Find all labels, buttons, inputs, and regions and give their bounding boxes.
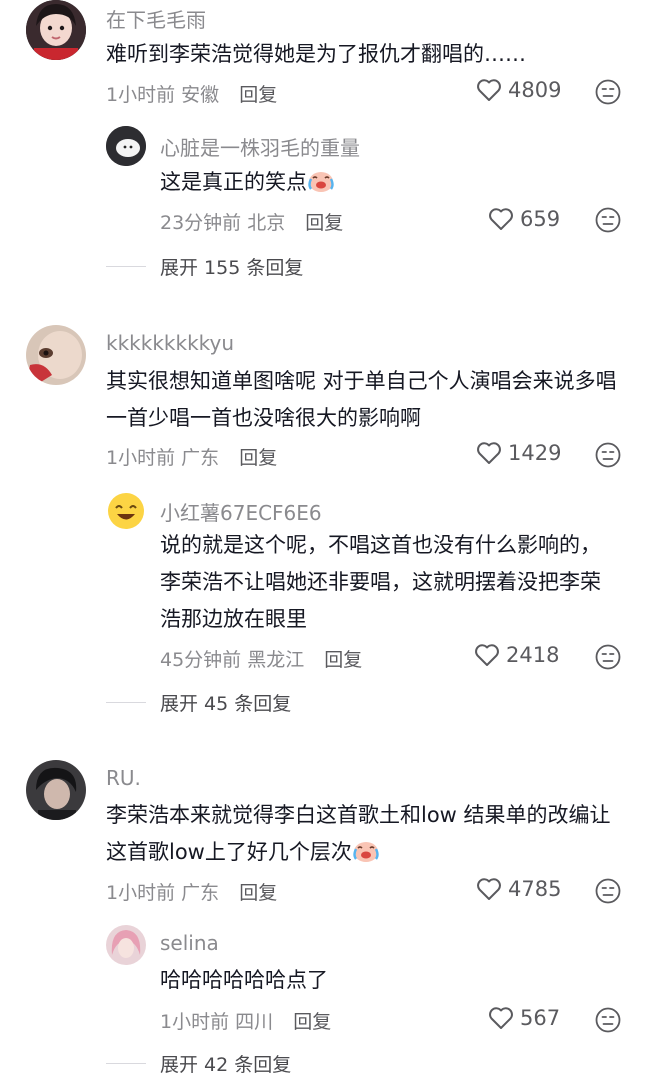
divider xyxy=(106,702,146,703)
comment-location: 广东 xyxy=(181,882,220,904)
heart-icon xyxy=(477,878,501,900)
like-count: 659 xyxy=(520,207,561,231)
dislike-face-icon xyxy=(595,878,621,904)
comment-meta: 1小时前 广东 回复 xyxy=(106,443,277,470)
avatar[interactable] xyxy=(26,325,86,385)
comment-location: 广东 xyxy=(181,447,220,469)
laugh-cry-emoji xyxy=(352,837,380,875)
comment-text: 李荣浩本来就觉得李白这首歌土和low 结果单的改编让这首歌low上了好几个层次 xyxy=(106,797,626,875)
heart-icon xyxy=(477,79,501,101)
expand-replies[interactable]: 展开 42 条回复 xyxy=(106,1050,291,1077)
comment-time: 45分钟前 xyxy=(160,649,242,671)
reply-text: 这是真正的笑点 xyxy=(160,170,307,194)
expand-replies-label: 展开 155 条回复 xyxy=(160,257,304,279)
comment-text: 哈哈哈哈哈哈点了 xyxy=(160,968,328,992)
like-button[interactable]: 4809 xyxy=(476,78,561,102)
username[interactable]: RU. xyxy=(106,766,141,790)
reply-button[interactable]: 回复 xyxy=(293,1011,331,1033)
like-count: 2418 xyxy=(506,643,560,667)
comment-text: 难听到李荣浩觉得她是为了报仇才翻唱的…… xyxy=(106,42,526,66)
dislike-button[interactable] xyxy=(594,206,622,234)
like-button[interactable]: 1429 xyxy=(476,441,561,465)
expand-replies-label: 展开 42 条回复 xyxy=(160,1054,292,1076)
comment-meta: 45分钟前 黑龙江 回复 xyxy=(160,645,362,672)
username[interactable]: kkkkkkkkkyu xyxy=(106,331,234,355)
comment-time: 1小时前 xyxy=(160,1011,230,1033)
comment-text: 其实很想知道单图啥呢 对于单自己个人演唱会来说多唱一首少唱一首也没啥很大的影响啊 xyxy=(106,369,617,430)
dislike-face-icon xyxy=(595,644,621,670)
dislike-button[interactable] xyxy=(594,441,622,469)
dislike-button[interactable] xyxy=(594,877,622,905)
reply-button[interactable]: 回复 xyxy=(239,447,277,469)
dislike-face-icon xyxy=(595,1007,621,1033)
reply-button[interactable]: 回复 xyxy=(305,212,343,234)
comment-time: 1小时前 xyxy=(106,882,176,904)
comment-location: 安徽 xyxy=(181,84,220,106)
reply-button[interactable]: 回复 xyxy=(239,882,277,904)
divider xyxy=(106,266,146,267)
dislike-face-icon xyxy=(595,442,621,468)
like-button[interactable]: 2418 xyxy=(474,643,559,667)
avatar[interactable] xyxy=(26,760,86,820)
comment-text: 这是真正的笑点 xyxy=(160,164,620,205)
comment-location: 四川 xyxy=(235,1011,274,1033)
comment-time: 1小时前 xyxy=(106,84,176,106)
heart-icon xyxy=(489,1007,513,1029)
like-button[interactable]: 4785 xyxy=(476,877,561,901)
heart-icon xyxy=(489,208,513,230)
expand-replies-label: 展开 45 条回复 xyxy=(160,693,292,715)
reply-button[interactable]: 回复 xyxy=(324,649,362,671)
reply-button[interactable]: 回复 xyxy=(239,84,277,106)
avatar[interactable] xyxy=(106,925,146,965)
heart-icon xyxy=(477,442,501,464)
like-count: 1429 xyxy=(508,441,562,465)
avatar[interactable] xyxy=(106,491,146,531)
comment-meta: 23分钟前 北京 回复 xyxy=(160,208,343,235)
comment-time: 23分钟前 xyxy=(160,212,242,234)
comment-time: 1小时前 xyxy=(106,447,176,469)
divider xyxy=(106,1063,146,1064)
like-button[interactable]: 567 xyxy=(488,1006,560,1030)
comment-location: 黑龙江 xyxy=(247,649,305,671)
dislike-face-icon xyxy=(595,207,621,233)
comment-meta: 1小时前 广东 回复 xyxy=(106,878,277,905)
comment-location: 北京 xyxy=(247,212,286,234)
comment-meta: 1小时前 四川 回复 xyxy=(160,1007,331,1034)
dislike-button[interactable] xyxy=(594,643,622,671)
username[interactable]: 在下毛毛雨 xyxy=(106,4,206,33)
expand-replies[interactable]: 展开 155 条回复 xyxy=(106,253,303,280)
laugh-cry-emoji xyxy=(307,167,335,205)
like-button[interactable]: 659 xyxy=(488,207,560,231)
heart-icon xyxy=(475,644,499,666)
dislike-button[interactable] xyxy=(594,78,622,106)
comment-meta: 1小时前 安徽 回复 xyxy=(106,80,277,107)
like-count: 4809 xyxy=(508,78,562,102)
like-count: 567 xyxy=(520,1006,561,1030)
avatar[interactable] xyxy=(26,0,86,60)
avatar[interactable] xyxy=(106,126,146,166)
expand-replies[interactable]: 展开 45 条回复 xyxy=(106,689,291,716)
username[interactable]: selina xyxy=(160,931,219,955)
like-count: 4785 xyxy=(508,877,562,901)
comment-text: 说的就是这个呢，不唱这首也没有什么影响的，李荣浩不让唱她还非要唱，这就明摆着没把… xyxy=(160,533,601,631)
dislike-button[interactable] xyxy=(594,1006,622,1034)
username[interactable]: 小红薯67ECF6E6 xyxy=(160,497,322,526)
dislike-face-icon xyxy=(595,79,621,105)
username[interactable]: 心脏是一株羽毛的重量 xyxy=(160,132,360,161)
